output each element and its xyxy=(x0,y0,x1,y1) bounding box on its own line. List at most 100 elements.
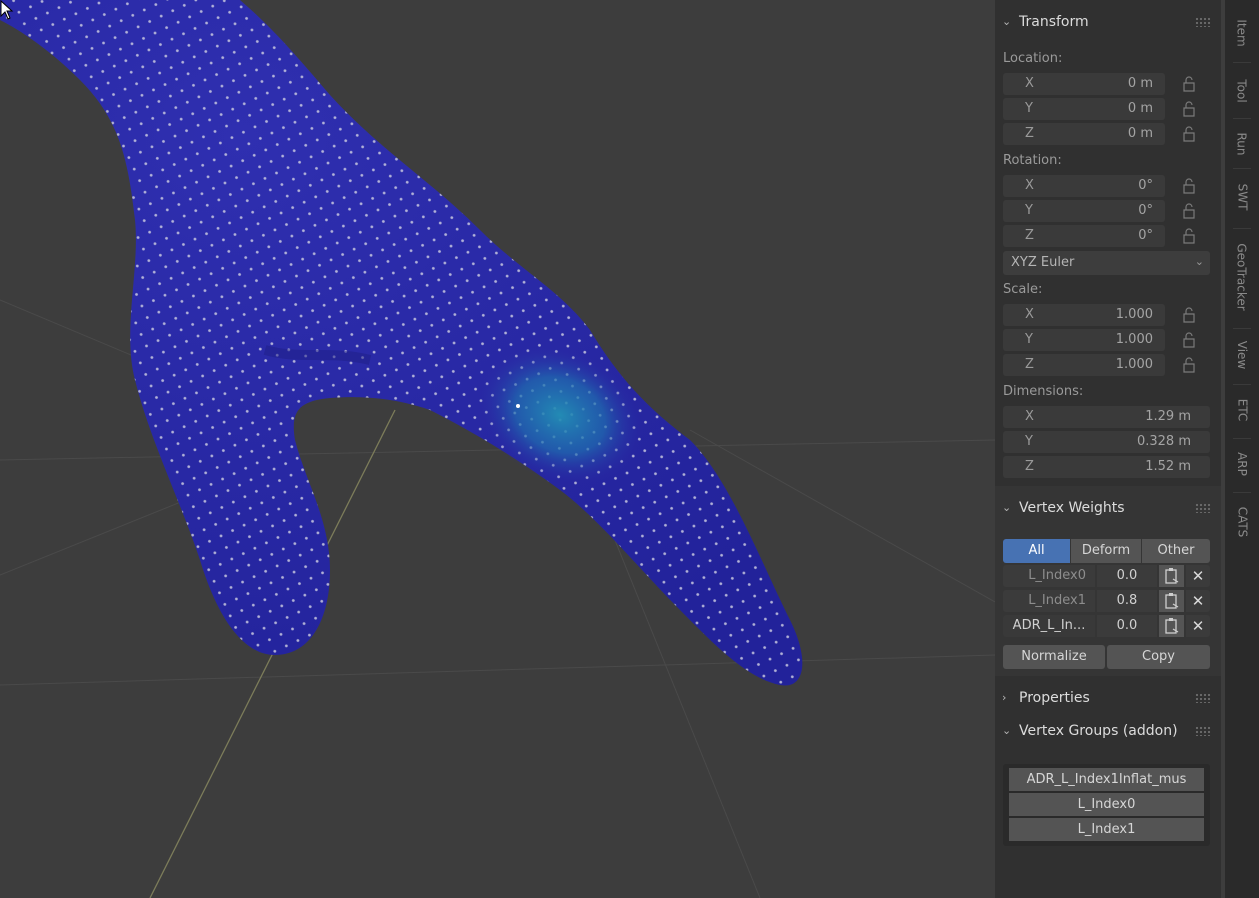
paste-icon[interactable] xyxy=(1159,590,1184,612)
lock-icon[interactable] xyxy=(1180,332,1198,348)
vertex-groups-header[interactable]: ⌄ Vertex Groups (addon) xyxy=(995,717,1221,745)
transform-header[interactable]: ⌄ Transform xyxy=(995,8,1221,36)
filter-deform-button[interactable]: Deform xyxy=(1071,539,1141,563)
weight-group-name[interactable]: L_Index1 xyxy=(1003,590,1095,612)
transform-title: Transform xyxy=(1019,14,1089,30)
tab-view[interactable]: View xyxy=(1225,332,1259,378)
scale-z-field[interactable]: Z 1.000 xyxy=(1003,354,1165,376)
transform-panel: ⌄ Transform Location: X 0 m Y 0 m Z 0 m … xyxy=(995,0,1221,486)
rotation-y-field[interactable]: Y 0° xyxy=(1003,200,1165,222)
tab-divider xyxy=(1233,438,1251,439)
copy-button[interactable]: Copy xyxy=(1107,645,1210,669)
dimensions-y-value: 0.328 m xyxy=(1136,434,1191,449)
rotation-x-field[interactable]: X 0° xyxy=(1003,175,1165,197)
close-icon[interactable]: ✕ xyxy=(1186,565,1210,587)
chevron-right-icon: › xyxy=(1002,691,1007,704)
location-y-field[interactable]: Y 0 m xyxy=(1003,98,1165,120)
weight-value-field[interactable]: 0.8 xyxy=(1097,590,1157,612)
tab-label: SWT xyxy=(1235,183,1249,211)
tab-label: Tool xyxy=(1235,79,1249,103)
vertex-groups-list: ADR_L_Index1Inflat_mus L_Index0 L_Index1 xyxy=(1003,764,1210,846)
axis-label: Y xyxy=(1025,332,1033,347)
lock-icon[interactable] xyxy=(1180,203,1198,219)
dimensions-z-field[interactable]: Z 1.52 m xyxy=(1003,456,1210,478)
normalize-button[interactable]: Normalize xyxy=(1003,645,1105,669)
tab-label: ARP xyxy=(1234,452,1249,476)
dimensions-y-field[interactable]: Y 0.328 m xyxy=(1003,431,1210,453)
weight-row: L_Index1 0.8 ✕ xyxy=(995,590,1221,612)
tab-divider xyxy=(1233,328,1251,329)
axis-label: X xyxy=(1025,178,1034,193)
tab-cats[interactable]: CATS xyxy=(1225,496,1259,548)
tab-divider xyxy=(1233,492,1251,493)
filter-all-button[interactable]: All xyxy=(1003,539,1070,563)
properties-header[interactable]: › Properties xyxy=(995,684,1221,712)
tab-divider xyxy=(1233,62,1251,63)
axis-label: Y xyxy=(1025,101,1033,116)
grip-icon[interactable] xyxy=(1195,17,1211,27)
tab-label: Item xyxy=(1234,19,1249,47)
properties-title: Properties xyxy=(1019,690,1090,706)
vertex-weights-header[interactable]: ⌄ Vertex Weights xyxy=(995,494,1221,522)
tab-etc[interactable]: ETC xyxy=(1225,388,1259,432)
viewport-canvas xyxy=(0,0,995,898)
grip-icon[interactable] xyxy=(1195,503,1211,513)
lock-icon[interactable] xyxy=(1180,178,1198,194)
weight-row: L_Index0 0.0 ✕ xyxy=(995,565,1221,587)
vertex-weights-panel: ⌄ Vertex Weights All Deform Other L_Inde… xyxy=(995,486,1221,676)
weight-value-field[interactable]: 0.0 xyxy=(1097,565,1157,587)
tab-tool[interactable]: Tool xyxy=(1225,66,1259,116)
weight-group-name[interactable]: L_Index0 xyxy=(1003,565,1095,587)
lock-icon[interactable] xyxy=(1180,76,1198,92)
lock-icon[interactable] xyxy=(1180,307,1198,323)
chevron-down-icon: ⌄ xyxy=(1194,255,1204,268)
location-z-field[interactable]: Z 0 m xyxy=(1003,123,1165,145)
axis-label: X xyxy=(1025,307,1034,322)
chevron-down-icon: ⌄ xyxy=(1002,15,1012,28)
tab-label: View xyxy=(1234,340,1249,370)
list-item[interactable]: L_Index0 xyxy=(1009,793,1204,816)
axis-label: Y xyxy=(1025,203,1033,218)
location-x-field[interactable]: X 0 m xyxy=(1003,73,1165,95)
close-icon[interactable]: ✕ xyxy=(1186,590,1210,612)
scale-y-field[interactable]: Y 1.000 xyxy=(1003,329,1165,351)
close-icon[interactable]: ✕ xyxy=(1186,615,1210,637)
hand-mesh xyxy=(0,0,803,686)
lock-icon[interactable] xyxy=(1180,126,1198,142)
grip-icon[interactable] xyxy=(1195,693,1211,703)
rotation-label: Rotation: xyxy=(1003,153,1062,168)
rotation-z-value: 0° xyxy=(1138,228,1153,243)
paste-icon[interactable] xyxy=(1159,565,1184,587)
lock-icon[interactable] xyxy=(1180,357,1198,373)
lock-icon[interactable] xyxy=(1180,228,1198,244)
list-item[interactable]: L_Index1 xyxy=(1009,818,1204,841)
scale-label: Scale: xyxy=(1003,282,1043,297)
axis-label: Z xyxy=(1025,126,1034,141)
rotation-mode-dropdown[interactable]: XYZ Euler ⌄ xyxy=(1003,251,1210,275)
scale-x-field[interactable]: X 1.000 xyxy=(1003,304,1165,326)
filter-segmented-control: All Deform Other xyxy=(1003,539,1210,563)
properties-panel: › Properties xyxy=(995,684,1221,712)
rotation-z-field[interactable]: Z 0° xyxy=(1003,225,1165,247)
chevron-down-icon: ⌄ xyxy=(1002,501,1012,514)
vertex-groups-panel: ⌄ Vertex Groups (addon) ADR_L_Index1Infl… xyxy=(995,717,1221,867)
list-item[interactable]: ADR_L_Index1Inflat_mus xyxy=(1009,768,1204,791)
tab-run[interactable]: Run xyxy=(1225,122,1259,166)
tab-arp[interactable]: ARP xyxy=(1225,442,1259,486)
grip-icon[interactable] xyxy=(1195,726,1211,736)
dimensions-x-field[interactable]: X 1.29 m xyxy=(1003,406,1210,428)
axis-label: X xyxy=(1025,409,1034,424)
rotation-mode-value: XYZ Euler xyxy=(1011,255,1075,270)
vertex-weights-title: Vertex Weights xyxy=(1019,500,1125,516)
axis-label: Y xyxy=(1025,434,1033,449)
tab-item[interactable]: Item xyxy=(1225,8,1259,58)
weight-group-name[interactable]: ADR_L_In... xyxy=(1003,615,1095,637)
weight-value-field[interactable]: 0.0 xyxy=(1097,615,1157,637)
tab-divider xyxy=(1233,384,1251,385)
tab-geotracker[interactable]: GeoTracker xyxy=(1225,232,1259,322)
lock-icon[interactable] xyxy=(1180,101,1198,117)
paste-icon[interactable] xyxy=(1159,615,1184,637)
sidebar-n-panel: ⌄ Transform Location: X 0 m Y 0 m Z 0 m … xyxy=(995,0,1221,898)
tab-swt[interactable]: SWT xyxy=(1225,172,1259,222)
filter-other-button[interactable]: Other xyxy=(1142,539,1210,563)
